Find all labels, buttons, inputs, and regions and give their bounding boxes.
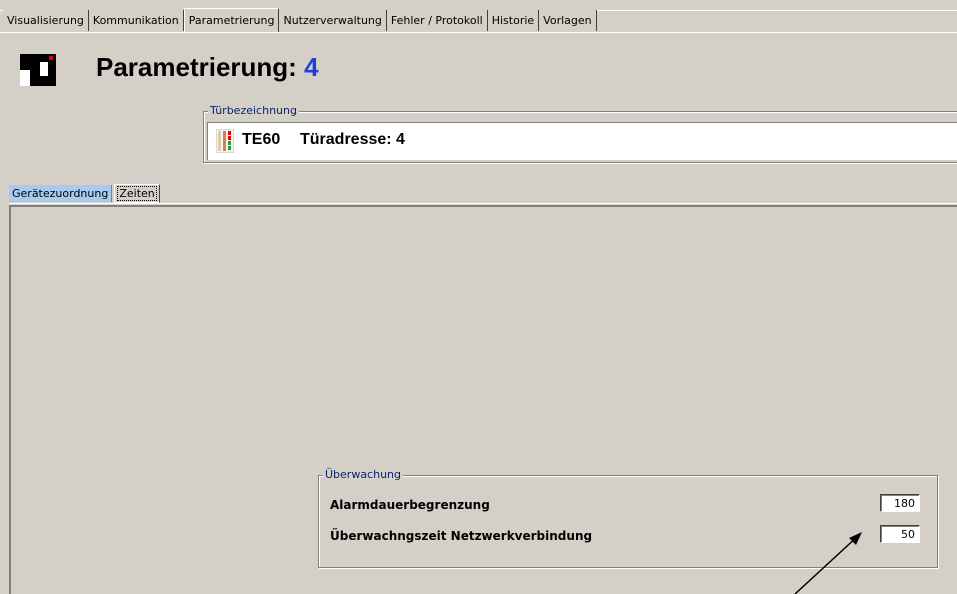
page-title: Parametrierung: 4 [96,52,319,83]
tab-visualisierung[interactable]: Visualisierung [3,10,89,31]
monitoring-group: Überwachung Alarmdauerbegrenzung 180 Übe… [318,468,938,568]
alarm-duration-input[interactable]: 180 [880,494,920,512]
monitoring-legend: Überwachung [323,468,404,481]
door-status-icon [216,129,234,153]
network-monitoring-input[interactable]: 50 [880,525,920,543]
main-tab-bar: Visualisierung Kommunikation Parametrier… [3,8,597,33]
tab-geraetezuordnung[interactable]: Gerätezuordnung [9,185,113,202]
tab-parametrierung[interactable]: Parametrierung [183,8,280,33]
application-window: Visualisierung Kommunikation Parametrier… [0,0,957,594]
alarm-duration-label: Alarmdauerbegrenzung [330,498,490,512]
tab-nutzerverwaltung[interactable]: Nutzerverwaltung [279,10,387,31]
door-designation-legend: Türbezeichnung [208,104,299,117]
page-title-number: 4 [304,52,319,82]
tab-zeiten[interactable]: Zeiten [114,184,160,203]
sub-tab-bar: Gerätezuordnung Zeiten [9,184,160,203]
page-title-label: Parametrierung: [96,52,297,82]
tab-fehler-protokoll[interactable]: Fehler / Protokoll [386,10,488,31]
door-designation-box: TE60 Türadresse: 4 [207,122,957,160]
tab-historie[interactable]: Historie [487,10,540,31]
network-monitoring-label: Überwachngszeit Netzwerkverbindung [330,529,593,543]
door-address: Türadresse: 4 [300,131,405,148]
tab-zeiten-label: Zeiten [117,186,157,201]
sub-tab-divider [9,203,957,204]
app-logo-icon [20,54,56,86]
tab-kommunikation[interactable]: Kommunikation [88,10,184,31]
door-name: TE60 [242,131,281,148]
tab-bar-divider [0,32,957,33]
tab-vorlagen[interactable]: Vorlagen [539,10,597,31]
